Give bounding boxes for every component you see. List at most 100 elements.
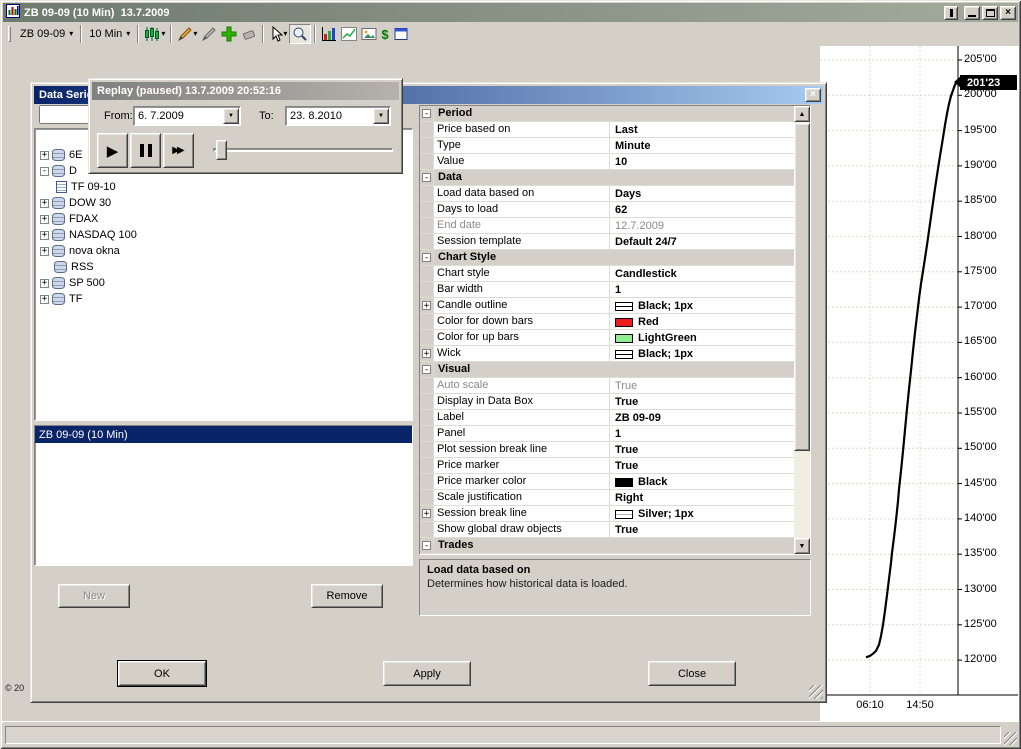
scroll-up-icon[interactable]: ▲ bbox=[794, 106, 810, 122]
property-section[interactable]: - Visual bbox=[420, 362, 794, 378]
property-value[interactable]: Red bbox=[610, 314, 794, 329]
tree-item[interactable]: + DOW 30 bbox=[35, 195, 412, 211]
property-row[interactable]: Show global draw objects True bbox=[420, 522, 794, 538]
property-row[interactable]: Price marker True bbox=[420, 458, 794, 474]
dialog-close-icon[interactable]: × bbox=[805, 88, 821, 102]
resize-grip[interactable] bbox=[809, 685, 823, 699]
property-value[interactable]: True bbox=[610, 522, 794, 537]
panel-icon[interactable] bbox=[391, 24, 411, 44]
from-date-picker[interactable]: 6. 7.2009 ▼ bbox=[133, 106, 241, 126]
tree-item[interactable]: + SP 500 bbox=[35, 275, 412, 291]
property-row[interactable]: Label ZB 09-09 bbox=[420, 410, 794, 426]
property-section[interactable]: - Trades bbox=[420, 538, 794, 554]
property-row[interactable]: Panel 1 bbox=[420, 426, 794, 442]
property-value[interactable]: True bbox=[610, 458, 794, 473]
expand-icon[interactable]: + bbox=[40, 294, 49, 304]
property-value[interactable]: Default 24/7 bbox=[610, 234, 794, 249]
expand-icon[interactable]: + bbox=[422, 349, 431, 358]
property-row[interactable]: Price marker color Black bbox=[420, 474, 794, 490]
property-value[interactable]: 62 bbox=[610, 202, 794, 217]
collapse-icon[interactable]: - bbox=[422, 253, 431, 262]
property-row[interactable]: Chart style Candlestick bbox=[420, 266, 794, 282]
tree-item[interactable]: TF 09-10 bbox=[35, 179, 412, 195]
fast-forward-button[interactable]: ▶▶ bbox=[163, 133, 194, 168]
property-value[interactable]: Days bbox=[610, 186, 794, 201]
property-row[interactable]: Plot session break line True bbox=[420, 442, 794, 458]
ok-button[interactable]: OK bbox=[118, 661, 206, 686]
property-row[interactable]: Days to load 62 bbox=[420, 202, 794, 218]
collapse-icon[interactable]: - bbox=[422, 173, 431, 182]
property-row[interactable]: Scale justification Right bbox=[420, 490, 794, 506]
property-section[interactable]: - Chart Style bbox=[420, 250, 794, 266]
expand-icon[interactable]: + bbox=[40, 278, 49, 288]
property-value[interactable]: Black; 1px bbox=[610, 298, 794, 313]
status-resize-grip[interactable] bbox=[1004, 732, 1017, 745]
close-button[interactable]: × bbox=[1000, 5, 1016, 20]
property-row[interactable]: + Wick Black; 1px bbox=[420, 346, 794, 362]
candlestick-chart-icon[interactable]: ▾ bbox=[142, 24, 167, 44]
selected-series-item[interactable]: ZB 09-09 (10 Min) bbox=[35, 426, 412, 443]
property-value[interactable]: True bbox=[610, 442, 794, 457]
slider-thumb[interactable] bbox=[216, 140, 227, 160]
bar-chart-icon[interactable] bbox=[319, 24, 339, 44]
property-value[interactable]: Black; 1px bbox=[610, 346, 794, 361]
property-value[interactable]: True bbox=[610, 394, 794, 409]
property-row[interactable]: Display in Data Box True bbox=[420, 394, 794, 410]
replay-position-slider[interactable] bbox=[207, 133, 399, 168]
property-value[interactable]: True bbox=[610, 378, 794, 393]
expand-icon[interactable]: + bbox=[40, 214, 49, 224]
property-row[interactable]: + Candle outline Black; 1px bbox=[420, 298, 794, 314]
collapse-icon[interactable]: - bbox=[40, 166, 49, 176]
apply-button[interactable]: Apply bbox=[383, 661, 471, 686]
image-icon[interactable] bbox=[359, 24, 379, 44]
toolbar-grip[interactable] bbox=[8, 26, 11, 42]
tree-item[interactable]: RSS bbox=[35, 259, 412, 275]
property-row[interactable]: Load data based on Days bbox=[420, 186, 794, 202]
pause-button[interactable] bbox=[130, 133, 161, 168]
collapse-icon[interactable]: - bbox=[422, 109, 431, 118]
remove-button[interactable]: Remove bbox=[311, 584, 383, 608]
window-titlebar[interactable]: ZB 09-09 (10 Min) 13.7.2009 × bbox=[3, 3, 1018, 22]
property-value[interactable]: ZB 09-09 bbox=[610, 410, 794, 425]
expand-icon[interactable]: + bbox=[40, 246, 49, 256]
property-row[interactable]: Session template Default 24/7 bbox=[420, 234, 794, 250]
property-grid-scrollbar[interactable]: ▲ ▼ bbox=[794, 106, 810, 554]
pointer-icon[interactable]: ▾ bbox=[267, 24, 289, 44]
pencil-secondary-icon[interactable] bbox=[199, 24, 219, 44]
pencil-icon[interactable]: ▾ bbox=[175, 24, 199, 44]
expand-icon[interactable]: + bbox=[40, 150, 49, 160]
property-row[interactable]: End date 12.7.2009 bbox=[420, 218, 794, 234]
property-row[interactable]: Price based on Last bbox=[420, 122, 794, 138]
property-row[interactable]: Color for down bars Red bbox=[420, 314, 794, 330]
property-value[interactable]: LightGreen bbox=[610, 330, 794, 345]
scroll-thumb[interactable] bbox=[794, 123, 810, 451]
instrument-dropdown[interactable]: ZB 09-09 ▾ bbox=[16, 26, 77, 42]
dialog-close-button[interactable]: Close bbox=[648, 661, 736, 686]
property-value[interactable]: Last bbox=[610, 122, 794, 137]
property-value[interactable]: Minute bbox=[610, 138, 794, 153]
property-value[interactable]: 1 bbox=[610, 282, 794, 297]
window-extra-button[interactable] bbox=[944, 5, 958, 20]
property-row[interactable]: Bar width 1 bbox=[420, 282, 794, 298]
collapse-icon[interactable]: - bbox=[422, 365, 431, 374]
series-filter-input[interactable] bbox=[39, 105, 89, 124]
expand-icon[interactable]: + bbox=[422, 509, 431, 518]
property-value[interactable]: Right bbox=[610, 490, 794, 505]
property-section[interactable]: - Data bbox=[420, 170, 794, 186]
tree-item[interactable]: + nova okna bbox=[35, 243, 412, 259]
new-button[interactable]: New bbox=[58, 584, 130, 608]
maximize-button[interactable] bbox=[982, 5, 998, 20]
minimize-button[interactable] bbox=[964, 5, 980, 20]
property-row[interactable]: Color for up bars LightGreen bbox=[420, 330, 794, 346]
to-dropdown-icon[interactable]: ▼ bbox=[373, 108, 389, 124]
dollar-icon[interactable]: $ bbox=[379, 24, 390, 44]
property-value[interactable]: 12.7.2009 bbox=[610, 218, 794, 233]
property-value[interactable]: Black bbox=[610, 474, 794, 489]
zoom-icon[interactable] bbox=[289, 24, 312, 44]
add-drawing-icon[interactable] bbox=[219, 24, 239, 44]
property-row[interactable]: Value 10 bbox=[420, 154, 794, 170]
collapse-icon[interactable]: - bbox=[422, 541, 431, 550]
property-row[interactable]: + Session break line Silver; 1px bbox=[420, 506, 794, 522]
tree-item[interactable]: + NASDAQ 100 bbox=[35, 227, 412, 243]
expand-icon[interactable]: + bbox=[422, 301, 431, 310]
